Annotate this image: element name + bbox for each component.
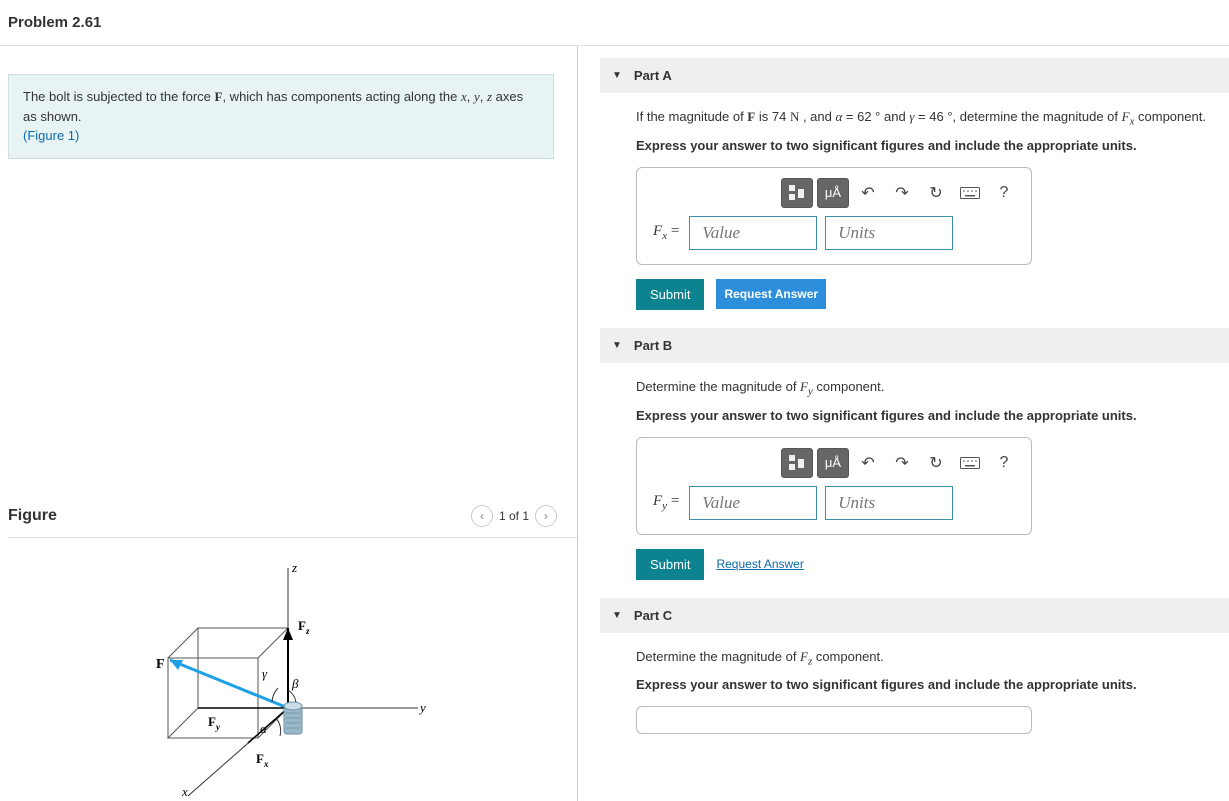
- keyboard-button[interactable]: [955, 179, 985, 207]
- pa-t5: component.: [1134, 109, 1206, 124]
- label-z: z: [291, 560, 297, 575]
- figure-body: z y x F Fz Fy Fx α β γ: [8, 538, 577, 801]
- part-a-submit-button[interactable]: Submit: [636, 279, 704, 310]
- part-b: ▼ Part B Determine the magnitude of Fy c…: [600, 328, 1229, 580]
- part-b-title: Part B: [634, 338, 672, 353]
- part-b-var-label: Fy =: [653, 493, 681, 512]
- figure-link[interactable]: (Figure 1): [23, 128, 79, 143]
- caret-down-icon: ▼: [612, 70, 622, 81]
- part-a-body: If the magnitude of F is 74 N , and α = …: [600, 93, 1229, 310]
- problem-title: Problem 2.61: [0, 0, 1229, 46]
- part-b-input-row: Fy =: [641, 486, 1027, 520]
- part-c-answer-box: [636, 706, 1032, 734]
- label-y: y: [418, 700, 426, 715]
- caret-down-icon: ▼: [612, 610, 622, 621]
- pa-t1: If the magnitude of: [636, 109, 747, 124]
- help-button[interactable]: ?: [989, 179, 1019, 207]
- pa-N: N: [790, 109, 799, 124]
- pc-t2: component.: [812, 649, 884, 664]
- label-F: F: [156, 657, 165, 672]
- part-a-units-input[interactable]: [825, 216, 953, 250]
- part-b-header[interactable]: ▼ Part B: [600, 328, 1229, 363]
- main-split: The bolt is subjected to the force F , wh…: [0, 46, 1229, 801]
- pa-t3: , and: [799, 109, 835, 124]
- part-a-value-input[interactable]: [689, 216, 817, 250]
- pb-Fy: Fy: [800, 379, 813, 394]
- undo-button[interactable]: ↶: [853, 179, 883, 207]
- figure-next-button[interactable]: ›: [535, 505, 557, 527]
- part-b-value-input[interactable]: [689, 486, 817, 520]
- redo-button[interactable]: ↷: [887, 449, 917, 477]
- right-column: ▼ Part A If the magnitude of F is 74 N ,…: [578, 46, 1229, 801]
- part-b-prompt: Determine the magnitude of Fy component.: [636, 377, 1229, 400]
- intro-text-mid: , which has components acting along the: [222, 89, 460, 104]
- special-char-button[interactable]: μÅ: [817, 178, 849, 208]
- label-beta: β: [291, 676, 299, 691]
- part-a-answer-box: μÅ ↶ ↷ ↻ ? Fx =: [636, 167, 1032, 265]
- left-column: The bolt is subjected to the force F , wh…: [0, 46, 578, 801]
- part-b-body: Determine the magnitude of Fy component.…: [600, 363, 1229, 580]
- part-c-body: Determine the magnitude of Fz component.…: [600, 633, 1229, 735]
- pa-t2: is 74: [755, 109, 790, 124]
- undo-button[interactable]: ↶: [853, 449, 883, 477]
- part-c-prompt: Determine the magnitude of Fz component.: [636, 647, 1229, 670]
- part-a-header[interactable]: ▼ Part A: [600, 58, 1229, 93]
- intro-text-pre: The bolt is subjected to the force: [23, 89, 215, 104]
- redo-button[interactable]: ↷: [887, 179, 917, 207]
- figure-prev-button[interactable]: ‹: [471, 505, 493, 527]
- part-a-instruction: Express your answer to two significant f…: [636, 138, 1229, 153]
- help-button[interactable]: ?: [989, 449, 1019, 477]
- pa-and: and: [884, 109, 909, 124]
- part-a: ▼ Part A If the magnitude of F is 74 N ,…: [600, 58, 1229, 310]
- axis-y: y: [474, 89, 480, 104]
- pa-eq46: = 46 °: [914, 109, 952, 124]
- part-c: ▼ Part C Determine the magnitude of Fz c…: [600, 598, 1229, 735]
- part-c-header[interactable]: ▼ Part C: [600, 598, 1229, 633]
- problem-statement: The bolt is subjected to the force F, wh…: [8, 74, 554, 159]
- reset-button[interactable]: ↻: [921, 179, 951, 207]
- part-a-input-row: Fx =: [641, 216, 1027, 250]
- label-x: x: [181, 784, 188, 798]
- template-picker-button[interactable]: [781, 178, 813, 208]
- pa-eq62: = 62 °: [842, 109, 884, 124]
- figure-heading: Figure: [8, 507, 57, 525]
- part-a-title: Part A: [634, 68, 672, 83]
- label-alpha: α: [260, 721, 268, 736]
- part-a-prompt: If the magnitude of F is 74 N , and α = …: [636, 107, 1229, 130]
- figure-diagram: z y x F Fz Fy Fx α β γ: [138, 558, 438, 798]
- part-b-button-row: Submit Request Answer: [636, 549, 1229, 580]
- template-picker-button[interactable]: [781, 448, 813, 478]
- label-Fy: Fy: [208, 714, 221, 732]
- part-b-request-answer-link[interactable]: Request Answer: [716, 557, 803, 571]
- part-a-var-label: Fx =: [653, 223, 681, 242]
- pc-t1: Determine the magnitude of: [636, 649, 800, 664]
- part-c-instruction: Express your answer to two significant f…: [636, 677, 1229, 692]
- caret-down-icon: ▼: [612, 340, 622, 351]
- part-b-instruction: Express your answer to two significant f…: [636, 408, 1229, 423]
- label-Fx: Fx: [256, 751, 269, 769]
- part-c-title: Part C: [634, 608, 672, 623]
- part-b-answer-box: μÅ ↶ ↷ ↻ ? Fy =: [636, 437, 1032, 535]
- keyboard-button[interactable]: [955, 449, 985, 477]
- figure-counter: 1 of 1: [499, 509, 529, 523]
- axis-x: x: [461, 89, 467, 104]
- part-b-submit-button[interactable]: Submit: [636, 549, 704, 580]
- label-Fz: Fz: [298, 618, 310, 636]
- part-a-toolbar: μÅ ↶ ↷ ↻ ?: [641, 172, 1027, 216]
- figure-pager: ‹ 1 of 1 ›: [471, 505, 557, 527]
- label-gamma: γ: [262, 666, 268, 681]
- part-b-toolbar: μÅ ↶ ↷ ↻ ?: [641, 442, 1027, 486]
- pb-t2: component.: [813, 379, 885, 394]
- pc-Fz: Fz: [800, 649, 812, 664]
- figure-header: Figure ‹ 1 of 1 ›: [8, 499, 577, 538]
- special-char-button[interactable]: μÅ: [817, 448, 849, 478]
- part-b-units-input[interactable]: [825, 486, 953, 520]
- pa-Fx: Fx: [1122, 109, 1135, 124]
- part-a-button-row: Submit Request Answer: [636, 279, 1229, 310]
- pb-t1: Determine the magnitude of: [636, 379, 800, 394]
- reset-button[interactable]: ↻: [921, 449, 951, 477]
- pa-t4: , determine the magnitude of: [953, 109, 1122, 124]
- part-a-request-answer-button[interactable]: Request Answer: [716, 279, 826, 309]
